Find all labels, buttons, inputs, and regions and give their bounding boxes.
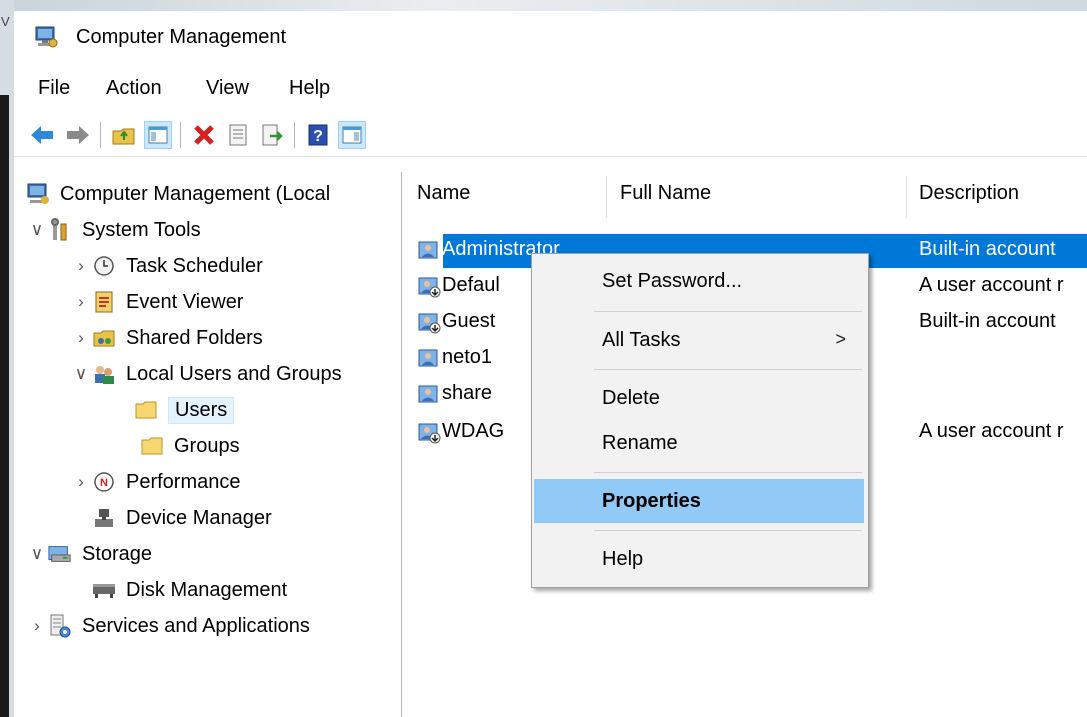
menu-file[interactable]: File: [38, 77, 70, 100]
expanded-chevron-icon[interactable]: ∨: [26, 220, 48, 240]
show-hide-tree-button[interactable]: [144, 121, 172, 149]
menu-item-help[interactable]: Help: [534, 537, 864, 581]
column-divider[interactable]: [606, 176, 607, 218]
desktop-background-top: [0, 0, 1087, 11]
tree-item-users[interactable]: Users: [134, 393, 235, 427]
tree-item-system-tools[interactable]: ∨ System Tools: [26, 213, 201, 247]
forward-button[interactable]: [64, 121, 92, 149]
event-viewer-icon: [92, 290, 116, 314]
window-title: Computer Management: [76, 26, 287, 48]
menu-item-rename[interactable]: Rename: [534, 421, 864, 465]
collapsed-chevron-icon[interactable]: ›: [70, 292, 92, 312]
export-list-button[interactable]: [258, 121, 286, 149]
title-bar[interactable]: Computer Management: [14, 11, 1087, 63]
column-header-full-name[interactable]: Full Name: [620, 182, 711, 205]
toolbar-separator: [294, 122, 295, 148]
properties-button[interactable]: [224, 121, 252, 149]
column-divider[interactable]: [906, 176, 907, 218]
svg-text:N: N: [100, 477, 108, 489]
device-manager-icon: [92, 506, 116, 530]
background-window-dark: [0, 95, 9, 717]
collapsed-chevron-icon[interactable]: ›: [70, 256, 92, 276]
show-hide-action-pane-icon: [342, 126, 362, 144]
computer-management-window: Computer Management File Action View Hel…: [14, 11, 1087, 717]
back-button[interactable]: [28, 121, 56, 149]
up-folder-icon: [112, 128, 135, 145]
user-icon: [418, 349, 438, 367]
show-hide-action-pane-button[interactable]: [338, 121, 366, 149]
menu-help[interactable]: Help: [289, 77, 330, 100]
expanded-chevron-icon[interactable]: ∨: [70, 364, 92, 384]
tree-item-computer-management[interactable]: Computer Management (Local: [26, 177, 330, 211]
menu-item-all-tasks[interactable]: All Tasks >: [534, 318, 864, 362]
collapsed-chevron-icon[interactable]: ›: [70, 472, 92, 492]
shared-folder-icon: [92, 326, 116, 350]
computer-management-icon: [26, 182, 50, 206]
folder-icon: [134, 398, 158, 422]
disk-icon: [92, 578, 116, 602]
delete-button[interactable]: [190, 121, 218, 149]
clock-icon: [92, 254, 116, 278]
submenu-arrow-icon: >: [835, 329, 846, 349]
toolbar: ?: [14, 112, 1087, 157]
user-icon: [418, 241, 438, 259]
show-hide-tree-icon: [148, 126, 168, 144]
tree-item-task-scheduler[interactable]: › Task Scheduler: [70, 249, 263, 283]
disabled-user-icon: [418, 423, 441, 444]
menu-item-set-password[interactable]: Set Password...: [534, 259, 864, 303]
toolbar-separator: [180, 122, 181, 148]
help-button[interactable]: ?: [304, 121, 332, 149]
users-groups-icon: [92, 362, 116, 386]
properties-icon: [229, 124, 247, 146]
performance-icon: N: [92, 470, 116, 494]
folder-icon: [140, 434, 164, 458]
disabled-user-icon: [418, 277, 441, 298]
delete-icon: [194, 125, 214, 145]
system-tools-icon: [48, 218, 72, 242]
desktop-background-left: V: [0, 0, 14, 717]
tree-item-local-users-and-groups[interactable]: ∨ Local Users and Groups: [70, 357, 342, 391]
services-icon: [48, 614, 72, 638]
expanded-chevron-icon[interactable]: ∨: [26, 544, 48, 564]
tree-item-disk-management[interactable]: Disk Management: [92, 573, 287, 607]
export-list-icon: [262, 124, 283, 146]
tree-item-device-manager[interactable]: Device Manager: [92, 501, 272, 535]
menu-separator: [594, 369, 862, 370]
svg-text:?: ?: [313, 128, 323, 145]
back-icon: [31, 126, 53, 144]
tree-item-event-viewer[interactable]: › Event Viewer: [70, 285, 243, 319]
collapsed-chevron-icon[interactable]: ›: [26, 616, 48, 636]
user-icon: [418, 385, 438, 403]
column-header-name[interactable]: Name: [417, 182, 470, 205]
help-icon: ?: [308, 124, 328, 146]
tree-item-shared-folders[interactable]: › Shared Folders: [70, 321, 263, 355]
tree-item-performance[interactable]: › N Performance: [70, 465, 240, 499]
computer-management-icon: [35, 26, 58, 48]
menu-view[interactable]: View: [206, 77, 249, 100]
console-tree: Computer Management (Local ∨ System Tool…: [14, 172, 402, 717]
toolbar-separator: [100, 122, 101, 148]
up-one-level-button[interactable]: [110, 121, 138, 149]
menu-action[interactable]: Action: [106, 77, 162, 100]
menu-separator: [594, 311, 862, 312]
column-header-description[interactable]: Description: [919, 182, 1019, 205]
background-window-edge: V: [1, 14, 10, 29]
menu-separator: [594, 530, 862, 531]
storage-icon: [48, 542, 72, 566]
tree-item-services-and-applications[interactable]: › Services and Applications: [26, 609, 310, 643]
menu-bar: File Action View Help: [14, 73, 1087, 105]
menu-separator: [594, 472, 862, 473]
disabled-user-icon: [418, 313, 441, 334]
forward-icon: [67, 126, 89, 144]
context-menu: Set Password... All Tasks > Delete Renam…: [531, 253, 869, 588]
menu-item-properties[interactable]: Properties: [534, 479, 864, 523]
tree-item-storage[interactable]: ∨ Storage: [26, 537, 152, 571]
tree-item-groups[interactable]: Groups: [140, 429, 240, 463]
collapsed-chevron-icon[interactable]: ›: [70, 328, 92, 348]
menu-item-delete[interactable]: Delete: [534, 376, 864, 420]
